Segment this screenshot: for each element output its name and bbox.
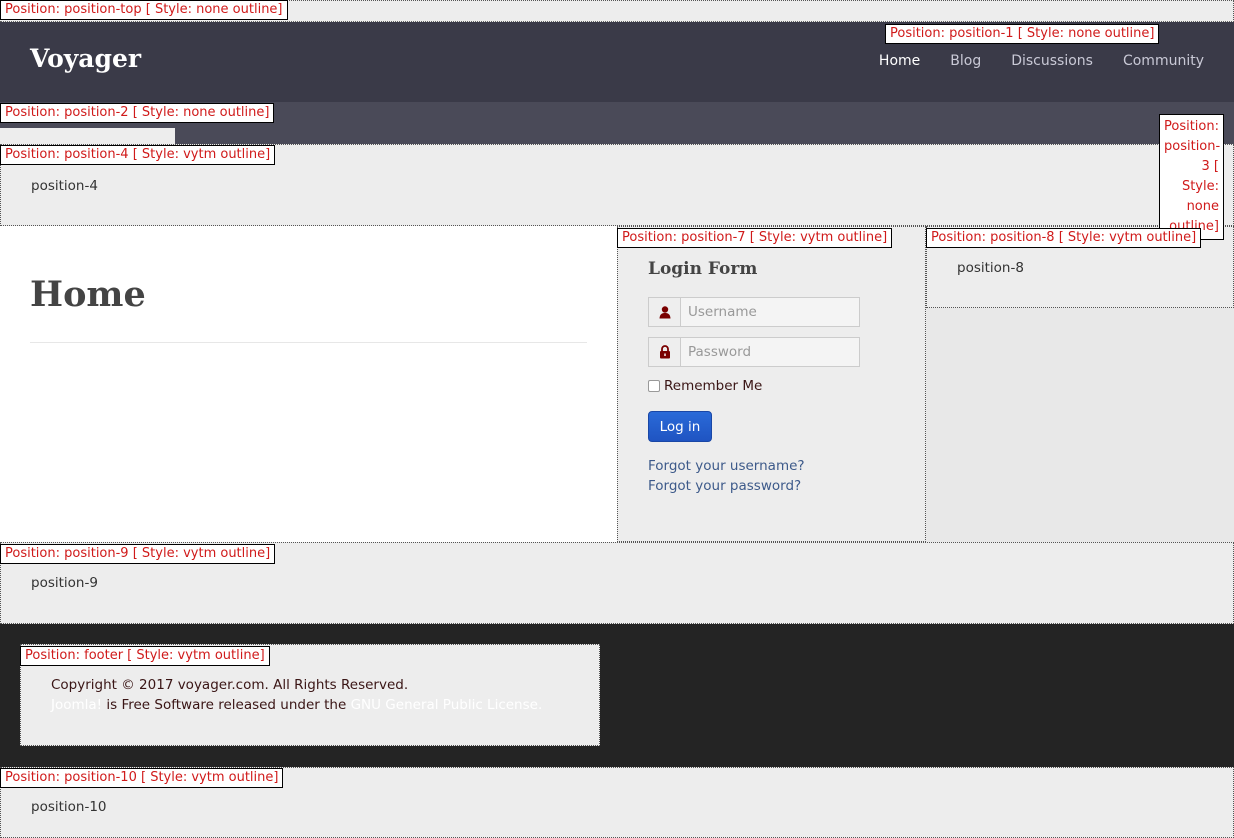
user-icon bbox=[649, 298, 681, 326]
remember-me[interactable]: Remember Me bbox=[648, 378, 762, 394]
nav-item-blog[interactable]: Blog bbox=[920, 53, 981, 69]
position-top-tag: Position: position-top [ Style: none out… bbox=[0, 0, 288, 20]
site-brand[interactable]: Voyager bbox=[30, 44, 141, 73]
password-input[interactable] bbox=[681, 338, 859, 366]
position-4-text: position-4 bbox=[31, 178, 98, 194]
username-input[interactable] bbox=[681, 298, 859, 326]
remember-me-checkbox[interactable] bbox=[648, 380, 660, 392]
position-10-text: position-10 bbox=[31, 799, 107, 815]
username-field bbox=[648, 297, 860, 327]
forgot-password-link[interactable]: Forgot your password? bbox=[648, 478, 801, 494]
footer-tag: Position: footer [ Style: vytm outline] bbox=[20, 646, 270, 666]
nav-item-community[interactable]: Community bbox=[1093, 53, 1204, 69]
joomla-link[interactable]: Joomla! bbox=[51, 697, 102, 713]
title-divider bbox=[30, 342, 587, 343]
position-7-tag: Position: position-7 [ Style: vytm outli… bbox=[617, 228, 893, 248]
position-1-tag: Position: position-1 [ Style: none outli… bbox=[885, 24, 1160, 44]
remember-me-label: Remember Me bbox=[664, 378, 763, 394]
position-8-tag: Position: position-8 [ Style: vytm outli… bbox=[926, 228, 1202, 248]
nav-item-discussions[interactable]: Discussions bbox=[981, 53, 1093, 69]
position-10-tag: Position: position-10 [ Style: vytm outl… bbox=[0, 768, 284, 788]
footer-license-line: Joomla! is Free Software released under … bbox=[51, 697, 542, 713]
main-content: Home bbox=[0, 226, 617, 542]
forgot-username-link[interactable]: Forgot your username? bbox=[648, 458, 805, 474]
login-module: Login Form Remember Me Log in Forgot you… bbox=[617, 226, 926, 542]
lock-icon bbox=[649, 338, 681, 366]
page-title: Home bbox=[30, 274, 146, 315]
gpl-link[interactable]: GNU General Public License. bbox=[351, 697, 543, 713]
position-9-text: position-9 bbox=[31, 575, 98, 591]
position-3-tag: Position: position-3 [ Style: none outli… bbox=[1159, 114, 1224, 240]
login-button[interactable]: Log in bbox=[648, 411, 712, 442]
login-form-title: Login Form bbox=[648, 259, 758, 279]
password-field bbox=[648, 337, 860, 367]
footer-copyright: Copyright © 2017 voyager.com. All Rights… bbox=[51, 677, 409, 693]
main-nav: Home Blog Discussions Community bbox=[849, 53, 1204, 69]
position-4-tag: Position: position-4 [ Style: vytm outli… bbox=[0, 145, 276, 165]
position-8-text: position-8 bbox=[957, 260, 1024, 276]
position-2-tag: Position: position-2 [ Style: none outli… bbox=[0, 103, 275, 123]
nav-item-home[interactable]: Home bbox=[849, 53, 920, 69]
footer-license-text: is Free Software released under the bbox=[102, 697, 351, 713]
position-2-module bbox=[0, 128, 175, 144]
position-9-tag: Position: position-9 [ Style: vytm outli… bbox=[0, 544, 276, 564]
